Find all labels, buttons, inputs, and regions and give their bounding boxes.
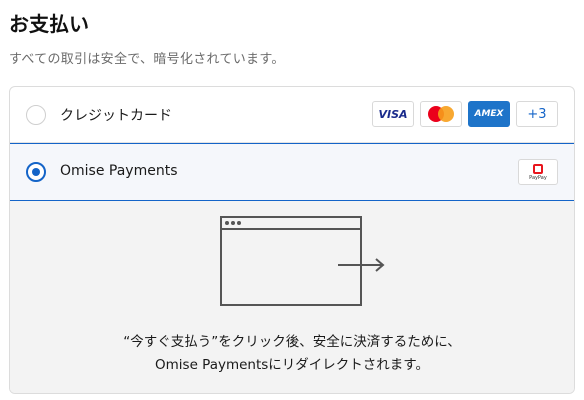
paypay-logo-text: PayPay	[529, 174, 547, 181]
credit-card-label: クレジットカード	[60, 108, 172, 124]
browser-redirect-icon	[220, 216, 385, 306]
checkout-payment-section: お支払い すべての取引は安全で、暗号化されています。 クレジットカード VISA…	[0, 0, 584, 400]
redirect-line-1: “今すぐ支払う”をクリック後、安全に決済するために、	[123, 334, 461, 350]
mastercard-logo	[420, 101, 462, 127]
omise-label: Omise Payments	[60, 163, 178, 179]
card-brand-logos: VISA AMEX +3	[372, 101, 558, 127]
visa-logo: VISA	[372, 101, 414, 127]
redirect-line-2: Omise Paymentsにリダイレクトされます。	[155, 357, 429, 373]
radio-selected-dot	[32, 168, 40, 176]
omise-radio[interactable]	[26, 162, 46, 182]
more-brands-badge[interactable]: +3	[516, 101, 558, 127]
paypay-mark-icon	[533, 163, 543, 174]
redirect-description: “今すぐ支払う”をクリック後、安全に決済するために、 Omise Payment…	[10, 331, 574, 377]
payment-option-credit-card[interactable]: クレジットカード VISA AMEX +3	[10, 87, 574, 143]
page-subtitle: すべての取引は安全で、暗号化されています。	[9, 52, 285, 67]
payment-option-omise[interactable]: Omise Payments PayPay	[10, 143, 574, 201]
payment-options: クレジットカード VISA AMEX +3 Omise Payments Pay…	[9, 86, 575, 394]
amex-logo: AMEX	[468, 101, 510, 127]
paypay-logo: PayPay	[518, 159, 558, 185]
redirect-info-panel: “今すぐ支払う”をクリック後、安全に決済するために、 Omise Payment…	[10, 201, 574, 393]
page-title: お支払い	[9, 12, 89, 36]
credit-card-radio[interactable]	[26, 105, 46, 125]
